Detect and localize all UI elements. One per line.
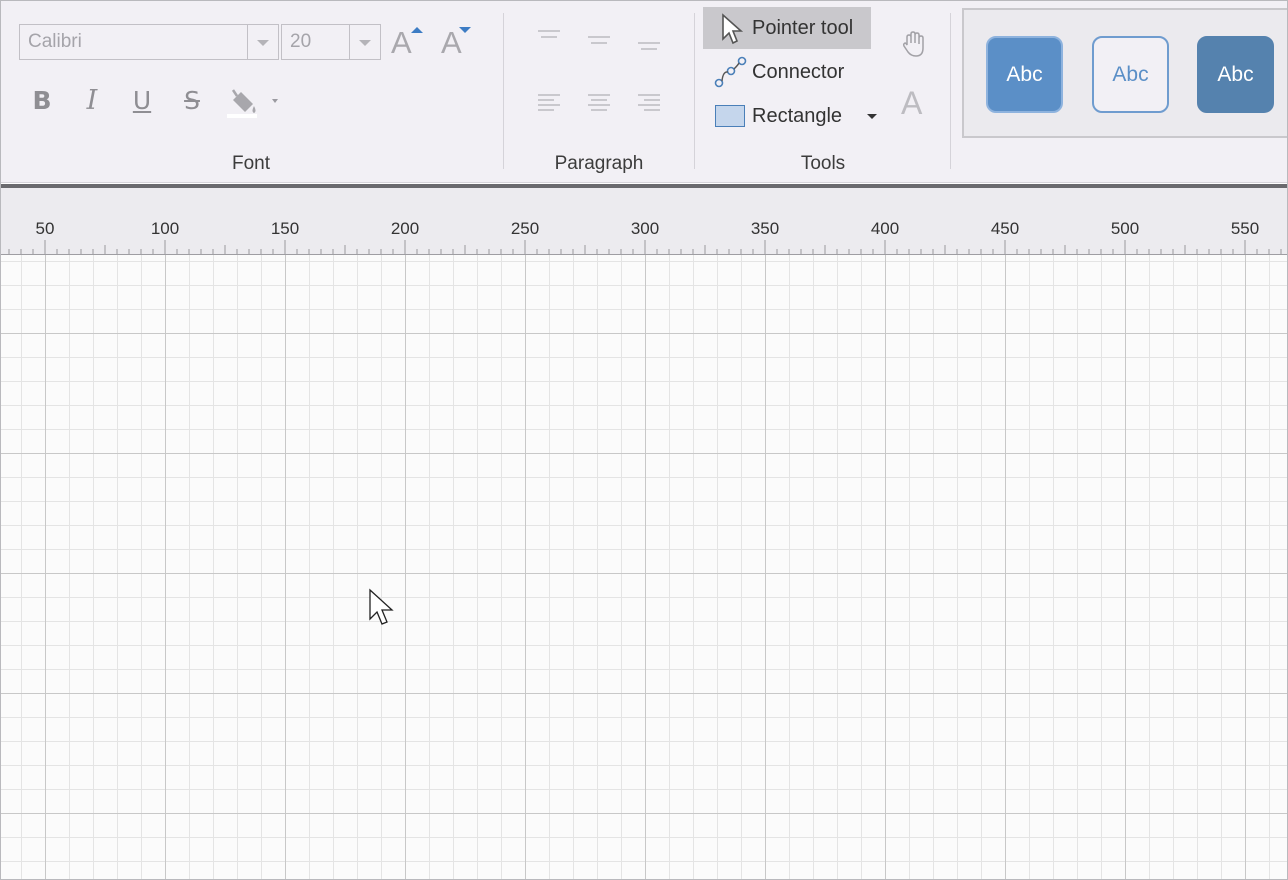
connector-icon bbox=[714, 56, 747, 88]
diagram-editor-window: Calibri 20 A A B I U S Font Paragraph Po… bbox=[0, 0, 1288, 880]
strikethrough-button[interactable]: S bbox=[175, 83, 209, 119]
font-name-dropdown-button[interactable] bbox=[247, 25, 278, 59]
ruler-label: 50 bbox=[36, 219, 55, 238]
ruler-label: 250 bbox=[511, 219, 539, 238]
italic-button[interactable]: I bbox=[75, 83, 109, 119]
shape-styles-gallery: Abc Abc Abc bbox=[962, 8, 1287, 138]
font-name-value: Calibri bbox=[28, 31, 82, 52]
ruler-label: 150 bbox=[271, 219, 299, 238]
connector-label: Connector bbox=[752, 61, 845, 83]
tools-group-label: Tools bbox=[800, 153, 846, 174]
font-group-label: Font bbox=[231, 153, 271, 174]
grow-font-icon: A bbox=[391, 25, 412, 60]
shape-style-3[interactable]: Abc bbox=[1197, 36, 1274, 113]
mouse-cursor-icon bbox=[369, 588, 394, 625]
ruler-label: 100 bbox=[151, 219, 179, 238]
paragraph-group-label: Paragraph bbox=[554, 153, 644, 174]
ruler-label: 500 bbox=[1111, 219, 1139, 238]
shape-style-2[interactable]: Abc bbox=[1092, 36, 1169, 113]
font-name-combo[interactable]: Calibri bbox=[19, 24, 279, 60]
pointer-tool-label: Pointer tool bbox=[752, 17, 854, 39]
group-divider bbox=[694, 13, 695, 169]
drawing-canvas[interactable] bbox=[1, 255, 1287, 879]
fill-color-button[interactable] bbox=[223, 83, 287, 119]
ribbon: Calibri 20 A A B I U S Font Paragraph Po… bbox=[1, 1, 1287, 183]
connector-tool-button[interactable]: Connector bbox=[703, 51, 871, 93]
rectangle-label: Rectangle bbox=[752, 105, 843, 127]
group-divider bbox=[950, 13, 951, 169]
text-tool-button[interactable]: A bbox=[901, 85, 931, 121]
arrow-down-icon bbox=[459, 27, 471, 33]
align-left-button[interactable] bbox=[538, 93, 560, 111]
align-bottom-right-button[interactable] bbox=[638, 39, 660, 55]
shape-style-1[interactable]: Abc bbox=[986, 36, 1063, 113]
align-right-button[interactable] bbox=[638, 93, 660, 111]
font-size-combo[interactable]: 20 bbox=[281, 24, 381, 60]
hand-icon bbox=[902, 31, 924, 57]
ruler-label: 550 bbox=[1231, 219, 1259, 238]
ruler-label: 200 bbox=[391, 219, 419, 238]
font-size-dropdown-button[interactable] bbox=[349, 25, 380, 59]
grow-font-button[interactable]: A bbox=[389, 23, 429, 63]
paint-bucket-icon bbox=[227, 89, 278, 118]
align-top-left-button[interactable] bbox=[538, 27, 560, 43]
arrow-up-icon bbox=[411, 27, 423, 33]
align-center-button[interactable] bbox=[588, 93, 610, 111]
ruler-label: 300 bbox=[631, 219, 659, 238]
chevron-down-icon[interactable] bbox=[867, 114, 877, 119]
rectangle-tool-button[interactable]: Rectangle bbox=[703, 95, 877, 137]
align-middle-center-button[interactable] bbox=[588, 33, 610, 49]
pointer-arrow-icon bbox=[722, 13, 744, 45]
ruler-label: 400 bbox=[871, 219, 899, 238]
ruler-label: 450 bbox=[991, 219, 1019, 238]
ruler-ticks: 50 100 150 200 250 300 350 400 450 500 550 bbox=[8, 219, 1282, 254]
underline-button[interactable]: U bbox=[125, 83, 159, 119]
horizontal-ruler[interactable]: 50 100 150 200 250 300 350 400 450 500 550 bbox=[1, 188, 1287, 255]
ruler-label: 350 bbox=[751, 219, 779, 238]
shrink-font-button[interactable]: A bbox=[439, 23, 479, 63]
rectangle-icon bbox=[715, 105, 745, 127]
group-divider bbox=[503, 13, 504, 169]
pan-tool-button[interactable] bbox=[899, 29, 929, 59]
font-size-value: 20 bbox=[290, 31, 312, 52]
pointer-tool-button[interactable]: Pointer tool bbox=[703, 7, 871, 49]
bold-button[interactable]: B bbox=[25, 83, 59, 119]
